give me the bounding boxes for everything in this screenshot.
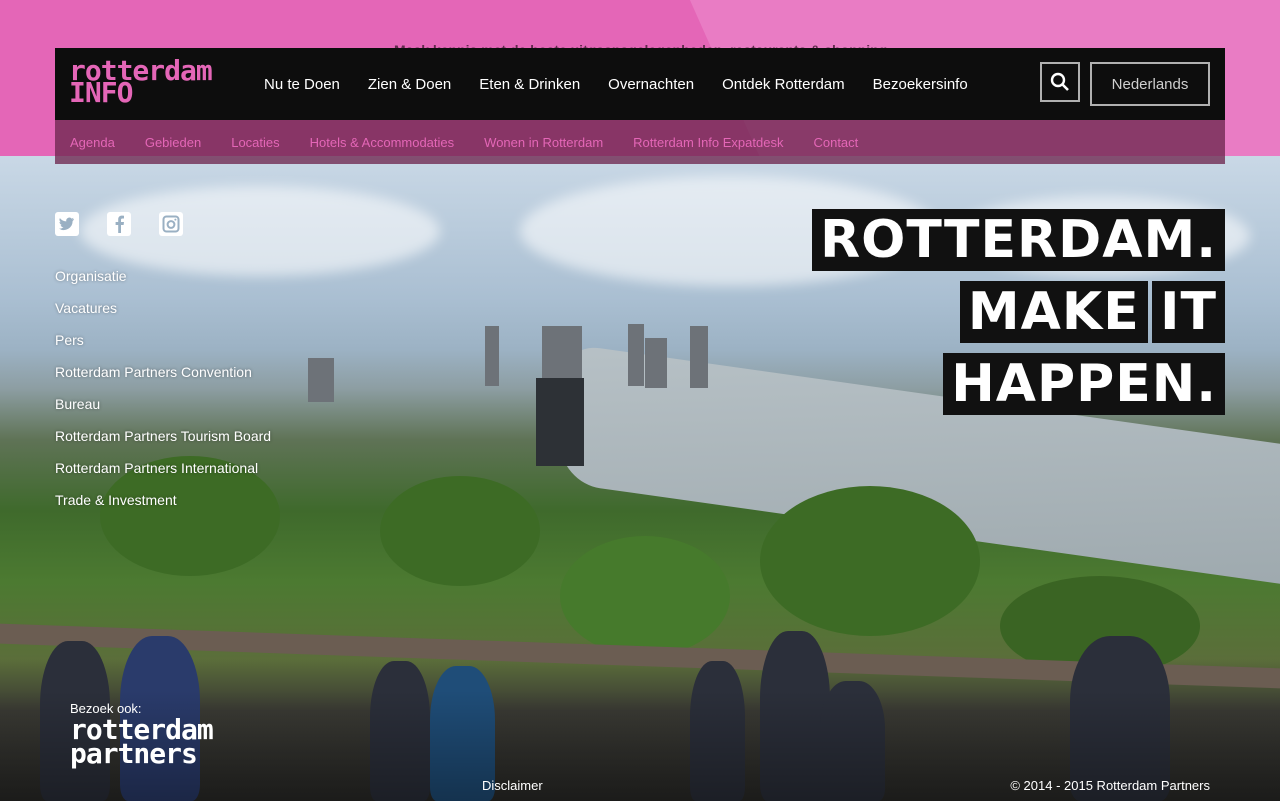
link-trade-investment[interactable]: Trade & Investment xyxy=(55,484,271,516)
search-button[interactable] xyxy=(1040,62,1080,102)
link-convention-bureau[interactable]: Rotterdam Partners Convention xyxy=(55,356,271,388)
twitter-icon[interactable] xyxy=(55,212,79,236)
main-nav: Nu te Doen Zien & Doen Eten & Drinken Ov… xyxy=(264,48,996,120)
link-pers[interactable]: Pers xyxy=(55,324,271,356)
subnav-expatdesk[interactable]: Rotterdam Info Expatdesk xyxy=(633,135,783,150)
link-partners-international[interactable]: Rotterdam Partners International xyxy=(55,452,271,484)
link-organisatie[interactable]: Organisatie xyxy=(55,260,271,292)
instagram-icon[interactable] xyxy=(159,212,183,236)
copyright-text: © 2014 - 2015 Rotterdam Partners xyxy=(1010,778,1210,793)
subnav-contact[interactable]: Contact xyxy=(813,135,858,150)
search-icon xyxy=(1050,72,1069,91)
nav-eten-drinken[interactable]: Eten & Drinken xyxy=(479,76,580,93)
slogan-word-it: IT xyxy=(1152,281,1225,343)
nav-zien-doen[interactable]: Zien & Doen xyxy=(368,76,451,93)
nav-overnachten[interactable]: Overnachten xyxy=(608,76,694,93)
link-vacatures[interactable]: Vacatures xyxy=(55,292,271,324)
nav-ontdek-rotterdam[interactable]: Ontdek Rotterdam xyxy=(722,76,845,93)
subnav-hotels[interactable]: Hotels & Accommodaties xyxy=(310,135,455,150)
subnav-gebieden[interactable]: Gebieden xyxy=(145,135,201,150)
rotterdam-info-logo[interactable]: rotterdam INFO xyxy=(69,57,213,107)
sub-navbar: Agenda Gebieden Locaties Hotels & Accomm… xyxy=(55,120,1225,164)
link-convention-bureau-cont[interactable]: Bureau xyxy=(55,388,271,420)
rotterdam-partners-logo[interactable]: rotterdam partners xyxy=(70,716,214,768)
disclaimer-link[interactable]: Disclaimer xyxy=(482,778,543,793)
nav-nu-te-doen[interactable]: Nu te Doen xyxy=(264,76,340,93)
link-tourism-board[interactable]: Rotterdam Partners Tourism Board xyxy=(55,420,271,452)
slogan: ROTTERDAM. MAKE IT HAPPEN. xyxy=(812,209,1225,425)
subnav-locaties[interactable]: Locaties xyxy=(231,135,279,150)
slogan-word-make: MAKE xyxy=(959,281,1148,343)
subnav-agenda[interactable]: Agenda xyxy=(70,135,115,150)
slogan-line-rotterdam: ROTTERDAM. xyxy=(812,209,1225,271)
nav-bezoekersinfo[interactable]: Bezoekersinfo xyxy=(873,76,968,93)
slogan-line-happen: HAPPEN. xyxy=(943,353,1225,415)
organisation-links: Organisatie Vacatures Pers Rotterdam Par… xyxy=(55,260,271,516)
language-selector[interactable]: Nederlands xyxy=(1090,62,1210,106)
main-navbar: rotterdam INFO Nu te Doen Zien & Doen Et… xyxy=(55,48,1225,120)
subnav-wonen[interactable]: Wonen in Rotterdam xyxy=(484,135,603,150)
facebook-icon[interactable] xyxy=(107,212,131,236)
